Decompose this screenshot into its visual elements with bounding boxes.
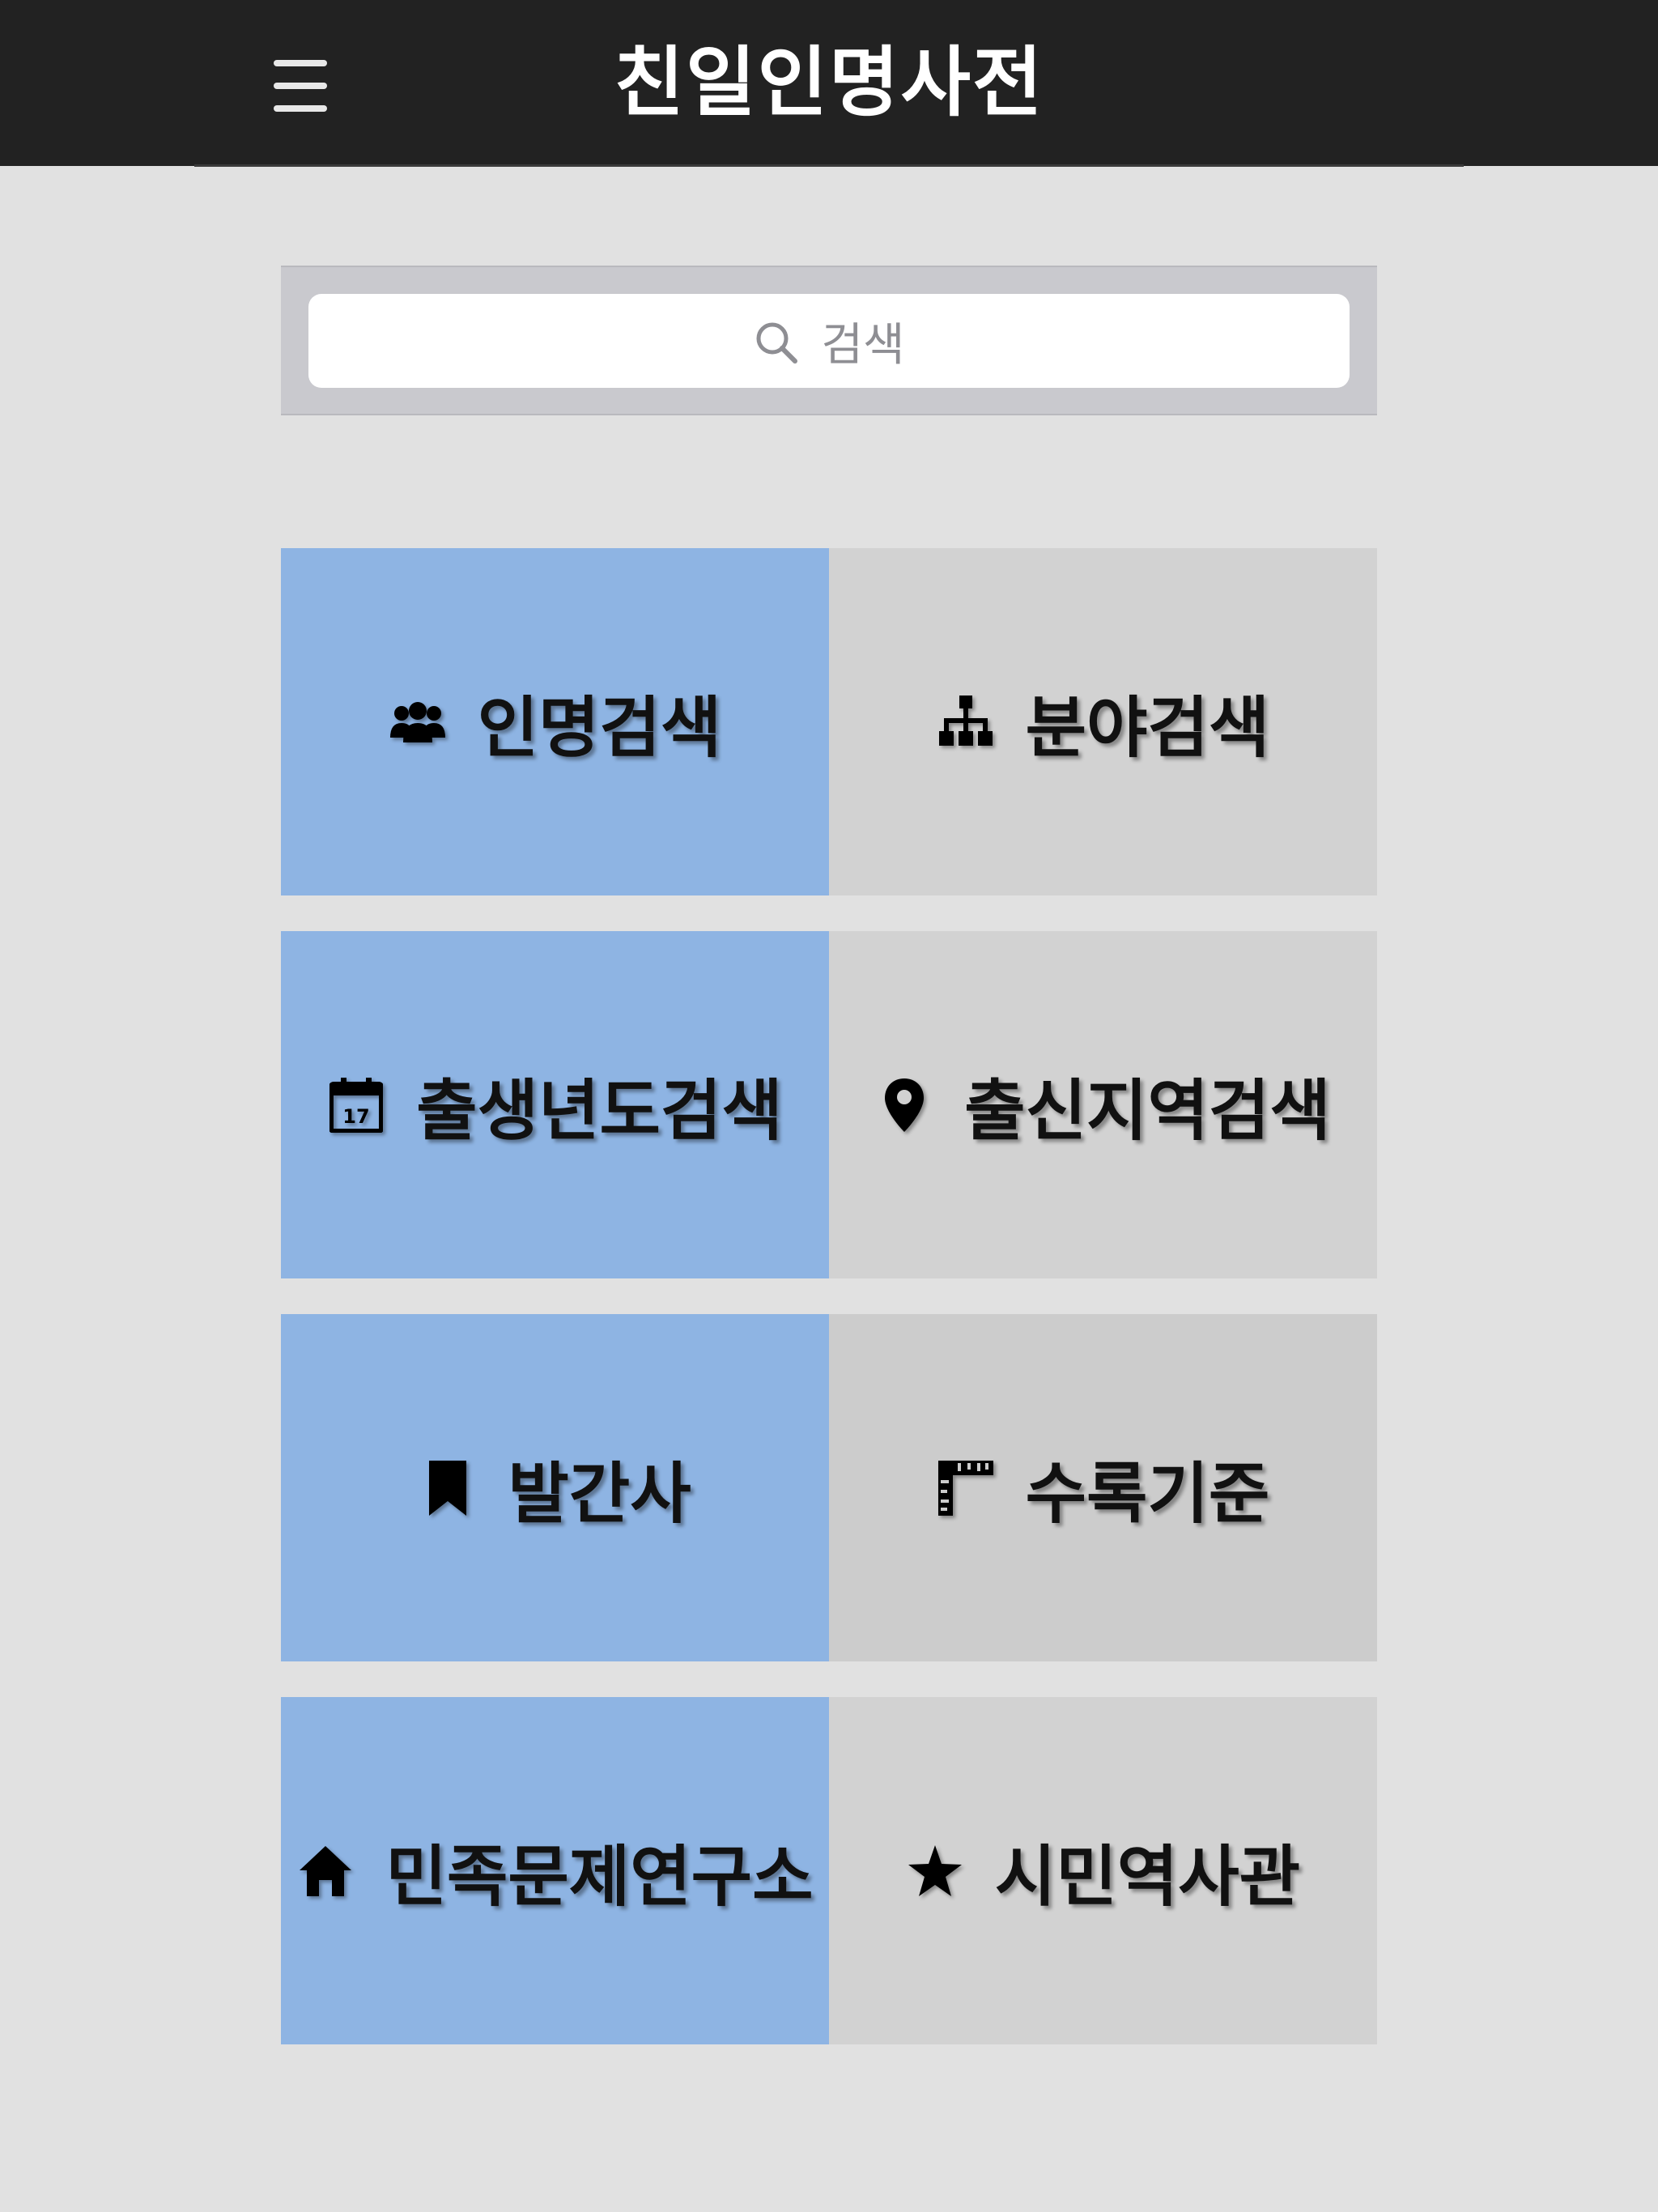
bookmark-icon <box>419 1459 477 1517</box>
menu-item-field-search[interactable]: 분야검색 <box>829 548 1377 895</box>
menu-row: 민족문제연구소 시민역사관 <box>281 1697 1377 2044</box>
sitemap-icon <box>937 693 995 751</box>
menu-grid: 인명검색 분야검색 17 출생년도검색 출신지역검색 발간사 수록기준 민족문제… <box>281 548 1377 2080</box>
map-pin-icon <box>875 1076 933 1134</box>
home-icon <box>296 1842 355 1900</box>
menu-item-label: 분야검색 <box>1025 690 1270 767</box>
search-input[interactable]: 검색 <box>308 294 1350 388</box>
search-placeholder: 검색 <box>821 318 905 372</box>
menu-item-publisher[interactable]: 발간사 <box>281 1314 829 1661</box>
menu-item-region-search[interactable]: 출신지역검색 <box>829 931 1377 1278</box>
people-icon <box>389 693 447 751</box>
menu-item-label: 출생년도검색 <box>416 1073 783 1150</box>
menu-item-label: 인명검색 <box>477 690 722 767</box>
menu-item-name-search[interactable]: 인명검색 <box>281 548 829 895</box>
menu-item-history-museum[interactable]: 시민역사관 <box>829 1697 1377 2044</box>
star-icon <box>906 1842 964 1900</box>
menu-item-label: 발간사 <box>508 1456 691 1533</box>
menu-item-criteria[interactable]: 수록기준 <box>829 1314 1377 1661</box>
search-bar: 검색 <box>281 266 1377 415</box>
page-title: 친일인명사전 <box>614 39 1044 127</box>
menu-item-label: 수록기준 <box>1025 1456 1270 1533</box>
ruler-icon <box>937 1459 995 1517</box>
search-icon <box>756 322 798 364</box>
menu-item-label: 출신지역검색 <box>964 1073 1331 1150</box>
header-divider <box>194 164 1464 167</box>
menu-row: 인명검색 분야검색 <box>281 548 1377 895</box>
svg-text:17: 17 <box>342 1105 369 1128</box>
menu-item-birth-year-search[interactable]: 17 출생년도검색 <box>281 931 829 1278</box>
menu-item-institute[interactable]: 민족문제연구소 <box>281 1697 829 2044</box>
menu-row: 발간사 수록기준 <box>281 1314 1377 1661</box>
calendar-icon: 17 <box>327 1076 385 1134</box>
menu-row: 17 출생년도검색 출신지역검색 <box>281 931 1377 1278</box>
app-header: 친일인명사전 <box>0 0 1658 167</box>
menu-item-label: 시민역사관 <box>994 1839 1301 1916</box>
menu-item-label: 민족문제연구소 <box>385 1839 814 1916</box>
